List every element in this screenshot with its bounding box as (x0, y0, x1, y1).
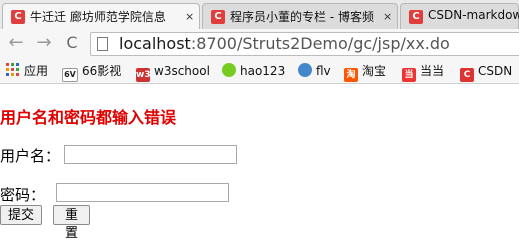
bookmark-flv[interactable]: flv (298, 62, 331, 80)
csdn-favicon-icon: C (409, 10, 423, 24)
password-input[interactable] (56, 183, 229, 202)
bookmark-label: 应用 (24, 64, 49, 78)
page-content: 用户名和密码都输入错误 用户名： 密码： 提交 重置 (0, 84, 519, 241)
error-message: 用户名和密码都输入错误 (0, 108, 177, 127)
navigation-toolbar: ← → C localhost:8700/Struts2Demo/gc/jsp/… (0, 29, 519, 59)
tab-title: 牛迁迁 廊坊师范学院信息 (30, 10, 166, 24)
submit-button[interactable]: 提交 (0, 205, 42, 225)
csdn-favicon-icon: C (211, 10, 225, 24)
bookmark-hao123[interactable]: hao123 (222, 62, 285, 80)
bookmark-label: 淘宝 (362, 64, 387, 78)
tab-1[interactable]: C 牛迁迁 廊坊师范学院信息 × (2, 3, 200, 29)
bookmark-dangdang[interactable]: 当当当 (402, 62, 445, 82)
taobao-icon: 淘 (344, 68, 358, 82)
bookmark-label: 66影视 (82, 64, 122, 78)
6v-icon: 6V (62, 68, 78, 82)
bookmark-label: flv (316, 64, 331, 78)
password-label: 密码： (0, 186, 46, 204)
dangdang-icon: 当 (402, 68, 416, 82)
bookmark-label: 当当 (420, 64, 445, 78)
address-bar[interactable]: localhost:8700/Struts2Demo/gc/jsp/xx.do (90, 32, 519, 56)
bookmark-label: w3school (154, 64, 210, 78)
apps-icon (6, 63, 20, 77)
page-icon (97, 37, 108, 51)
hao123-icon (222, 63, 236, 77)
tab-title: CSDN-markdown (428, 8, 519, 22)
close-icon[interactable]: × (383, 10, 392, 24)
bookmark-taobao[interactable]: 淘淘宝 (344, 62, 387, 82)
bookmark-csdn[interactable]: C CSDN (460, 62, 513, 82)
bookmark-apps[interactable]: 应用 (6, 62, 48, 80)
tab-title: 程序员小董的专栏 - 博客频 (230, 10, 374, 24)
w3-icon: w3 (136, 68, 151, 82)
url-text: localhost:8700/Struts2Demo/gc/jsp/xx.do (119, 34, 450, 53)
username-label: 用户名： (0, 147, 61, 165)
bookmark-66yingshi[interactable]: 6V 66影视 (62, 62, 122, 82)
tab-strip: C 牛迁迁 廊坊师范学院信息 × C 程序员小董的专栏 - 博客频 × C CS… (0, 0, 519, 30)
back-arrow-icon[interactable]: ← (6, 33, 26, 53)
tab-2[interactable]: C 程序员小董的专栏 - 博客频 × (202, 3, 398, 29)
close-icon[interactable]: × (185, 10, 194, 24)
forward-arrow-icon[interactable]: → (34, 33, 54, 53)
bookmark-label: CSDN (478, 64, 513, 78)
bookmark-w3school[interactable]: w3 w3school (136, 62, 210, 82)
bookmark-label: hao123 (240, 64, 286, 78)
tab-3[interactable]: C CSDN-markdown (400, 3, 519, 29)
csdn-icon: C (460, 68, 474, 82)
reload-icon[interactable]: C (62, 33, 82, 53)
browser-chrome: C 牛迁迁 廊坊师范学院信息 × C 程序员小董的专栏 - 博客频 × C CS… (0, 0, 519, 84)
csdn-favicon-icon: C (11, 10, 25, 24)
reset-button[interactable]: 重置 (53, 205, 90, 241)
username-input[interactable] (64, 145, 237, 164)
bookmarks-bar: 应用 6V 66影视 w3 w3school hao123 flv 淘淘宝 当当当 … (0, 59, 519, 84)
url-host: localhost (119, 34, 191, 53)
url-path: :8700/Struts2Demo/gc/jsp/xx.do (190, 34, 450, 53)
flv-icon (298, 63, 312, 77)
